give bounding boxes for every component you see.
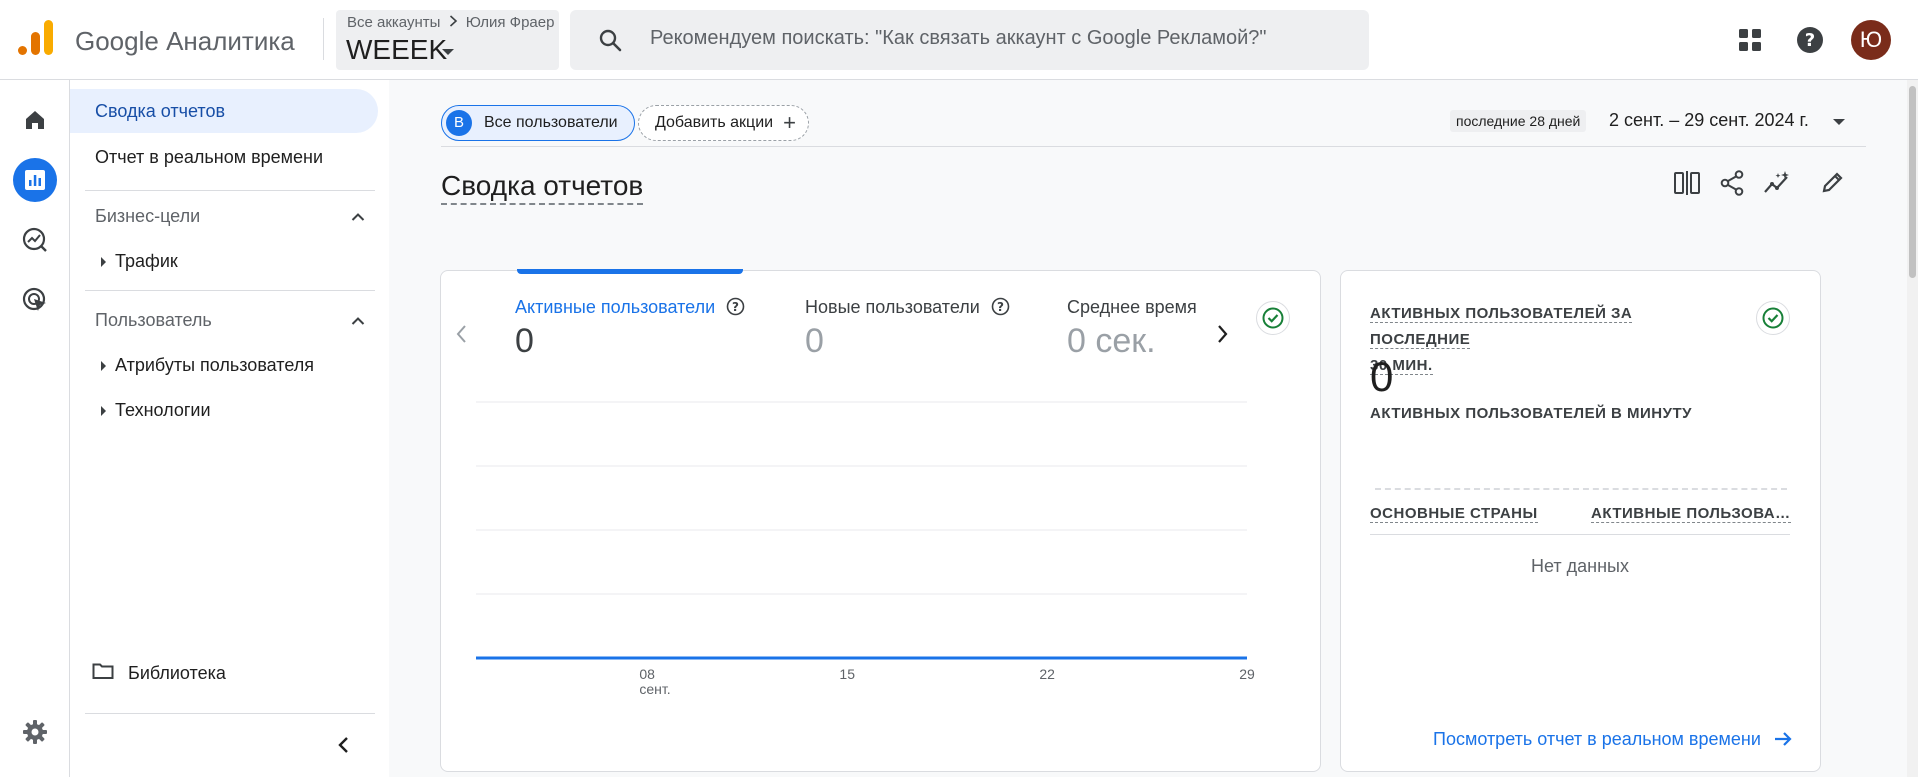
section-label: Пользователь	[95, 310, 212, 330]
add-comparison-button[interactable]: Добавить акции +	[638, 105, 809, 141]
arrow-right-icon	[1774, 731, 1792, 752]
compare-columns-icon[interactable]	[1674, 171, 1700, 200]
nav-section-business-goals[interactable]: Бизнес-цели	[95, 206, 365, 227]
caret-down-icon	[442, 49, 454, 55]
left-rail	[0, 80, 70, 777]
nav-item-realtime[interactable]: Отчет в реальном времени	[70, 135, 378, 179]
segment-label: Все пользователи	[484, 114, 618, 131]
folder-icon	[92, 662, 114, 685]
account-picker[interactable]: Все аккаунты Юлия Фраер WEEEK	[336, 10, 559, 70]
help-icon[interactable]: ?	[1796, 26, 1824, 59]
caret-down-icon[interactable]	[1833, 119, 1845, 125]
plus-icon: +	[783, 110, 796, 135]
nav-item-label: Атрибуты пользователя	[115, 355, 315, 375]
nav-item-reports-snapshot[interactable]: Сводка отчетов	[70, 89, 378, 133]
view-realtime-link-label: Посмотреть отчет в реальном времени	[1433, 729, 1761, 749]
column-header-countries[interactable]: ОСНОВНЫЕ СТРАНЫ	[1370, 505, 1538, 523]
active-tab-indicator	[517, 269, 743, 274]
section-label: Бизнес-цели	[95, 206, 201, 226]
metric-tab-new-users[interactable]: Новые пользователи ?	[805, 297, 1010, 321]
view-realtime-link[interactable]: Посмотреть отчет в реальном времени	[1433, 729, 1792, 752]
svg-text:?: ?	[732, 300, 739, 314]
empty-state: Нет данных	[1531, 556, 1629, 576]
report-navigation: Сводка отчетов Отчет в реальном времени …	[70, 80, 388, 777]
svg-text:?: ?	[997, 300, 1004, 314]
scrollbar-thumb[interactable]	[1909, 86, 1916, 278]
data-quality-check-icon[interactable]	[1756, 301, 1790, 335]
nav-section-user[interactable]: Пользователь	[95, 310, 365, 331]
help-circle-icon[interactable]: ?	[726, 297, 745, 321]
library-link[interactable]: Библиотека	[92, 662, 226, 685]
breadcrumb-account: Юлия Фраер	[465, 14, 555, 31]
date-range-picker[interactable]: 2 сент. – 29 сент. 2024 г.	[1609, 110, 1809, 131]
property-name: WEEEK	[346, 34, 448, 65]
reports-icon[interactable]	[13, 158, 57, 202]
metric-tab-active-users[interactable]: Активные пользователи ?	[515, 297, 745, 321]
divider	[85, 290, 375, 291]
top-bar: Google Аналитика Все аккаунты Юлия Фраер…	[0, 0, 1918, 80]
metric-tab-avg-time[interactable]: Среднее время	[1067, 297, 1197, 318]
library-label: Библиотека	[128, 663, 226, 683]
nav-item-technology[interactable]: Технологии	[101, 400, 211, 421]
chevron-right-icon[interactable]	[1217, 324, 1229, 349]
scrollbar[interactable]	[1907, 80, 1918, 777]
avatar[interactable]: Ю	[1851, 20, 1891, 60]
account-breadcrumb: Все аккаунты Юлия Фраер	[347, 14, 554, 31]
divider	[323, 18, 324, 60]
realtime-heading[interactable]: АКТИВНЫХ ПОЛЬЗОВАТЕЛЕЙ ЗА ПОСЛЕДНИЕ 30 М…	[1370, 301, 1730, 379]
analytics-logo-icon[interactable]	[18, 20, 54, 58]
chevron-right-icon	[449, 14, 458, 31]
data-quality-check-icon[interactable]	[1256, 301, 1290, 335]
chevron-up-icon	[351, 310, 365, 331]
home-icon[interactable]	[13, 98, 57, 142]
divider	[441, 146, 1866, 147]
date-period-tag: последние 28 дней	[1450, 110, 1587, 132]
nav-item-traffic[interactable]: Трафик	[101, 251, 178, 272]
realtime-sparkline-empty	[1375, 488, 1787, 490]
expand-arrow-icon	[101, 361, 106, 371]
metric-value-active-users: 0	[515, 322, 534, 360]
chevron-up-icon	[351, 206, 365, 227]
metric-label: Активные пользователи	[515, 297, 716, 317]
metric-value-new-users: 0	[805, 322, 824, 360]
insights-icon[interactable]	[1763, 170, 1791, 201]
segment-chip[interactable]: В Все пользователи	[441, 105, 635, 141]
app-title[interactable]: Google Аналитика	[75, 26, 295, 57]
settings-gear-icon[interactable]	[13, 710, 57, 754]
share-icon[interactable]	[1720, 170, 1744, 201]
search-icon	[598, 28, 622, 57]
metric-value-avg-time: 0 сек.	[1067, 322, 1156, 360]
realtime-subheading: АКТИВНЫХ ПОЛЬЗОВАТЕЛЕЙ В МИНУТУ	[1370, 405, 1692, 422]
nav-item-label: Трафик	[115, 251, 178, 271]
svg-text:?: ?	[1805, 30, 1815, 51]
add-comparison-label: Добавить акции	[655, 114, 774, 131]
column-header-active-users[interactable]: АКТИВНЫЕ ПОЛЬЗОВА…	[1591, 505, 1791, 523]
page-title[interactable]: Сводка отчетов	[441, 170, 644, 205]
edit-pencil-icon[interactable]	[1821, 170, 1845, 199]
search-placeholder: Рекомендуем поискать: "Как связать аккау…	[650, 27, 1267, 49]
overview-chart-card	[440, 270, 1321, 772]
nav-item-label: Технологии	[115, 400, 211, 420]
realtime-value: 0	[1370, 353, 1394, 400]
collapse-chevron-icon[interactable]	[337, 736, 349, 759]
advertising-icon[interactable]	[13, 278, 57, 322]
explore-icon[interactable]	[13, 218, 57, 262]
help-circle-icon[interactable]: ?	[991, 297, 1010, 321]
breadcrumb-root: Все аккаунты	[347, 14, 441, 31]
divider	[85, 190, 375, 191]
expand-arrow-icon	[101, 406, 106, 416]
realtime-heading-line1: АКТИВНЫХ ПОЛЬЗОВАТЕЛЕЙ ЗА ПОСЛЕДНИЕ	[1370, 305, 1633, 349]
nav-item-user-attributes[interactable]: Атрибуты пользователя	[101, 355, 315, 376]
segment-badge: В	[446, 110, 472, 136]
apps-grid-icon[interactable]	[1738, 28, 1762, 57]
divider	[1370, 534, 1790, 535]
metric-label: Новые пользователи	[805, 297, 980, 317]
chevron-left-icon[interactable]	[455, 324, 467, 349]
expand-arrow-icon	[101, 257, 106, 267]
search-bar[interactable]: Рекомендуем поискать: "Как связать аккау…	[570, 10, 1369, 70]
divider	[85, 713, 375, 714]
